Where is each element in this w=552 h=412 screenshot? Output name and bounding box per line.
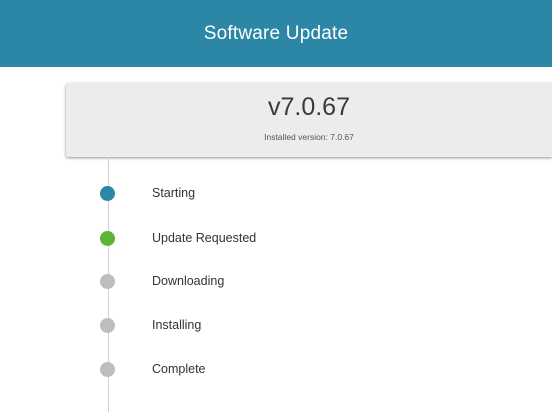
step-starting: Starting: [0, 183, 552, 203]
step-label: Downloading: [152, 274, 225, 288]
current-version: v7.0.67: [267, 93, 350, 121]
status-dot-icon: [100, 274, 115, 289]
version-card: v7.0.67 Installed version: 7.0.67: [66, 83, 552, 157]
step-label: Complete: [152, 362, 206, 376]
step-update-requested: Update Requested: [0, 228, 552, 248]
status-dot-icon: [100, 231, 115, 246]
app-header: Software Update: [0, 0, 552, 67]
page-title: Software Update: [203, 22, 349, 44]
step-complete: Complete: [0, 359, 552, 379]
step-installing: Installing: [0, 315, 552, 335]
step-label: Installing: [152, 318, 202, 332]
step-label: Starting: [152, 186, 196, 200]
step-label: Update Requested: [152, 231, 257, 245]
installed-version-text: Installed version: 7.0.67: [264, 132, 354, 142]
status-dot-icon: [100, 362, 115, 377]
step-downloading: Downloading: [0, 271, 552, 291]
status-dot-icon: [100, 318, 115, 333]
status-dot-icon: [100, 186, 115, 201]
